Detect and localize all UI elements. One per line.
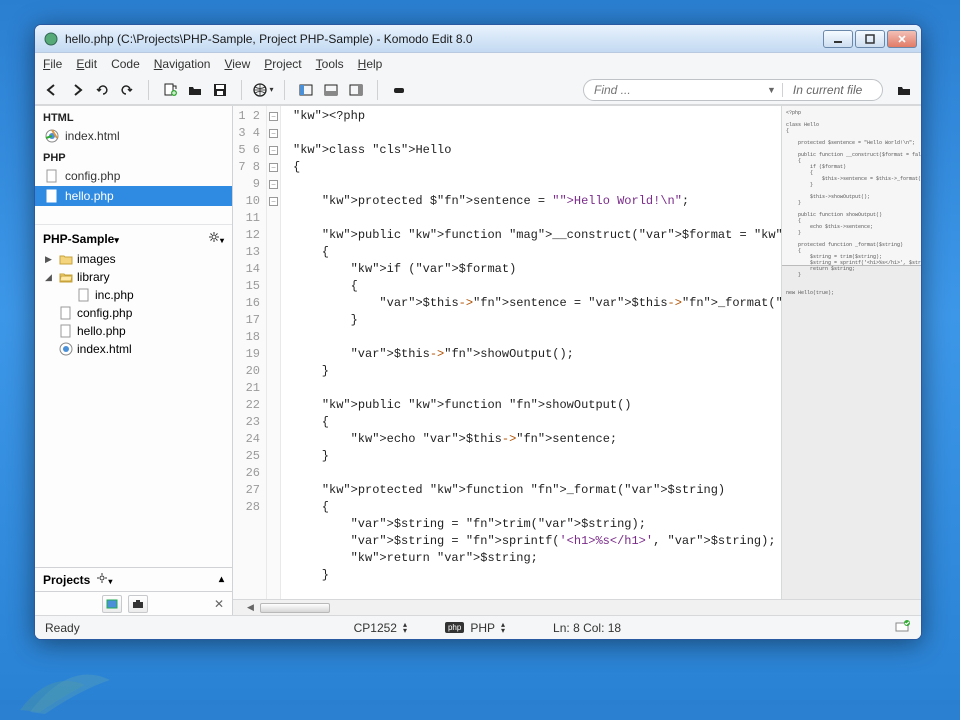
document-icon [59,324,73,338]
menu-navigation[interactable]: Navigation [154,57,211,71]
status-language[interactable]: PHP [470,621,495,635]
open-file-label: index.html [65,129,120,143]
menu-project[interactable]: Project [264,57,301,71]
menu-view[interactable]: View [224,57,250,71]
gear-icon[interactable]: ▾ [208,231,224,246]
menu-help[interactable]: Help [358,57,383,71]
minimize-button[interactable] [823,30,853,48]
editor-area: 1 2 3 4 5 6 7 8 9 10 11 12 13 14 15 16 1… [233,106,921,599]
find-scope-label[interactable]: In current file [783,83,882,97]
desktop-decoration-leaf [10,640,130,720]
tree-folder-images[interactable]: ▶ images [41,250,228,268]
open-button[interactable] [184,79,206,101]
toggle-focus-mode-button[interactable] [388,79,410,101]
folder-icon [59,252,73,266]
minimap[interactable]: <?php class Hello { protected $sentence … [781,106,921,599]
code-fold-column[interactable]: − − − − − − [267,106,281,599]
document-icon [77,288,91,302]
new-file-button[interactable] [159,79,181,101]
forward-button[interactable] [66,79,88,101]
document-icon [45,169,59,183]
gear-icon[interactable]: ▾ [96,572,112,587]
horizontal-scrollbar[interactable]: ◀ [233,599,921,615]
line-number-gutter[interactable]: 1 2 3 4 5 6 7 8 9 10 11 12 13 14 15 16 1… [233,106,267,599]
chrome-icon [59,342,73,356]
tree-label: library [77,270,110,284]
collapse-icon[interactable]: ▴ [219,574,224,585]
places-tab-button[interactable] [102,595,122,613]
find-dropdown-icon[interactable]: ▼ [761,85,782,95]
disclosure-down-icon[interactable]: ◢ [45,272,55,283]
redo-button[interactable] [116,79,138,101]
menu-tools[interactable]: Tools [316,57,344,71]
save-button[interactable] [209,79,231,101]
app-icon [43,31,59,47]
titlebar[interactable]: hello.php (C:\Projects\PHP-Sample, Proje… [35,25,921,53]
find-box: ▼ In current file [583,79,883,101]
toggle-left-pane-button[interactable] [295,79,317,101]
project-header: PHP-Sample▾ ▾ [35,224,232,248]
minimap-content: <?php class Hello { protected $sentence … [786,110,917,296]
projects-strip: Projects ▾ ▴ [35,567,232,591]
chrome-icon [45,129,59,143]
tree-label: index.html [77,342,132,356]
window-title: hello.php (C:\Projects\PHP-Sample, Proje… [65,32,823,46]
tree-label: config.php [77,306,132,320]
statusbar: Ready CP1252 ▴▾ php PHP ▴▾ Ln: 8 Col: 18 [35,615,921,639]
project-name[interactable]: PHP-Sample [43,232,114,246]
scrollbar-thumb[interactable] [260,603,330,613]
status-ready: Ready [45,621,80,635]
status-encoding[interactable]: CP1252 [354,621,397,635]
app-window: hello.php (C:\Projects\PHP-Sample, Proje… [34,24,922,640]
tree-label: hello.php [77,324,126,338]
disclosure-right-icon[interactable]: ▶ [45,254,55,265]
sidebar-bottom-strip: ✕ [35,591,232,615]
find-input[interactable] [584,83,761,97]
toolbox-tab-button[interactable] [128,595,148,613]
back-button[interactable] [41,79,63,101]
tree-folder-library[interactable]: ◢ library [41,268,228,286]
php-badge-icon: php [445,622,464,633]
toggle-bottom-pane-button[interactable] [320,79,342,101]
undo-button[interactable] [91,79,113,101]
menu-edit[interactable]: Edit [76,57,97,71]
open-files-group-php: PHP [35,146,232,166]
open-file-index-html[interactable]: index.html [35,126,232,146]
toolbar: ▾ ▼ In current file [35,75,921,105]
document-icon [45,189,59,203]
tree-file-hello-php[interactable]: hello.php [41,322,228,340]
project-tree: ▶ images ◢ library inc.php config.php [35,248,232,567]
tree-file-inc-php[interactable]: inc.php [41,286,228,304]
tree-file-index-html[interactable]: index.html [41,340,228,358]
menu-file[interactable]: File [43,57,62,71]
status-cursor-position[interactable]: Ln: 8 Col: 18 [553,621,621,635]
menu-code[interactable]: Code [111,57,140,71]
close-button[interactable] [887,30,917,48]
menubar: File Edit Code Navigation View Project T… [35,53,921,75]
close-panel-icon[interactable]: ✕ [214,597,224,611]
language-updown-icon[interactable]: ▴▾ [501,622,505,634]
browser-preview-button[interactable]: ▾ [252,79,274,101]
open-file-label: config.php [65,169,120,183]
projects-strip-label[interactable]: Projects [43,573,90,587]
content-area: HTML index.html PHP config.php hello.php… [35,105,921,615]
maximize-button[interactable] [855,30,885,48]
scroll-left-icon[interactable]: ◀ [247,602,254,613]
open-file-hello-php[interactable]: hello.php [35,186,232,206]
code-editor[interactable]: "kw"><?php "kw">class "cls">Hello{ "kw">… [281,106,781,599]
encoding-updown-icon[interactable]: ▴▾ [403,622,407,634]
open-file-label: hello.php [65,189,114,203]
tree-file-config-php[interactable]: config.php [41,304,228,322]
open-file-config-php[interactable]: config.php [35,166,232,186]
toggle-right-pane-button[interactable] [345,79,367,101]
tree-label: inc.php [95,288,134,302]
tree-label: images [77,252,116,266]
open-files-button[interactable] [893,79,915,101]
open-files-group-html: HTML [35,106,232,126]
sidebar: HTML index.html PHP config.php hello.php… [35,106,233,615]
sync-icon[interactable] [895,619,911,636]
folder-open-icon [59,270,73,284]
document-icon [59,306,73,320]
